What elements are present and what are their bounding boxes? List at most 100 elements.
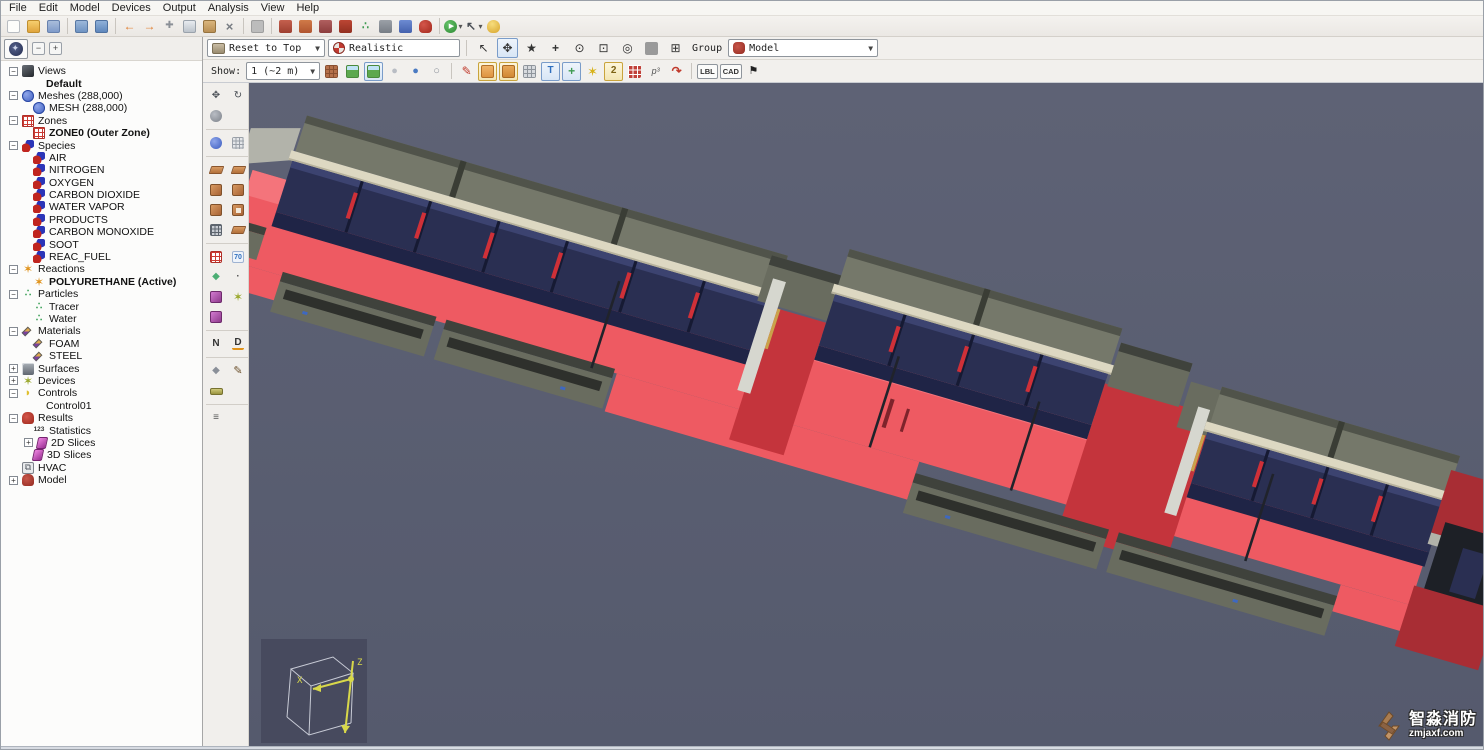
navigation-view-tab[interactable]: [4, 38, 28, 59]
menu-view[interactable]: View: [256, 2, 290, 15]
expander-icon[interactable]: −: [9, 141, 18, 151]
new-particle-button[interactable]: [356, 17, 375, 36]
expander-icon[interactable]: −: [9, 289, 18, 299]
tree-item-hvac[interactable]: HVAC: [3, 461, 202, 474]
tree-item-reac-fuel[interactable]: REAC_FUEL: [3, 251, 202, 264]
menu-edit[interactable]: Edit: [34, 2, 63, 15]
new-mesh-button[interactable]: [276, 17, 295, 36]
paste-button[interactable]: [200, 17, 219, 36]
tree-item-materials[interactable]: − Materials: [3, 325, 202, 337]
open-mesh-boundary-button[interactable]: [228, 134, 248, 152]
viewport-layout-button[interactable]: ⊞: [665, 38, 686, 58]
tree-item-controls[interactable]: −Controls: [3, 387, 202, 399]
eyedropper-button[interactable]: [228, 362, 248, 380]
new-surface-button[interactable]: [376, 17, 395, 36]
new-mesh-tool-button[interactable]: [206, 134, 226, 152]
copy-button[interactable]: [180, 17, 199, 36]
3d-viewport[interactable]: X Z 智淼消防 zmjaxf.com: [249, 83, 1483, 746]
tree-item-water-vapor[interactable]: WATER VAPOR: [3, 201, 202, 214]
flag-marker-button[interactable]: [744, 62, 763, 81]
snap-dimension-button[interactable]: D: [228, 335, 248, 353]
expander-icon[interactable]: −: [9, 388, 18, 398]
zoom-box-tool-button[interactable]: ⊡: [593, 38, 614, 58]
draw-block-button[interactable]: [206, 181, 226, 199]
fast-render-toggle-button[interactable]: [641, 38, 662, 58]
slice-toggle-button[interactable]: [625, 62, 644, 81]
draw-mesh-block-button[interactable]: [206, 221, 226, 239]
draw-device-button[interactable]: [228, 288, 248, 306]
tree-item-control01[interactable]: Control01: [3, 400, 202, 412]
text-labels-toggle-button[interactable]: [541, 61, 561, 81]
menu-model[interactable]: Model: [65, 2, 105, 15]
tree-item-polyurethane[interactable]: POLYURETHANE (Active): [3, 276, 202, 288]
two-d-mode-button[interactable]: [604, 61, 624, 81]
select-tool-button[interactable]: ↖: [473, 38, 494, 58]
expand-all-button[interactable]: +: [49, 42, 62, 55]
camera-view-combo[interactable]: Reset to Top ▼: [207, 39, 325, 57]
redo-button[interactable]: [140, 17, 159, 36]
draw-diamond-button[interactable]: [206, 268, 226, 286]
attach-button[interactable]: [160, 17, 179, 36]
expander-icon[interactable]: −: [9, 264, 18, 274]
record-lock-button[interactable]: [484, 17, 503, 36]
resolution-combo[interactable]: 1 (~2 m) ▼: [246, 62, 321, 80]
delete-button[interactable]: [220, 17, 239, 36]
expander-icon[interactable]: +: [9, 376, 18, 386]
object-list-button[interactable]: [206, 409, 226, 427]
tree-item-model[interactable]: + Model: [3, 474, 202, 487]
move-tool-button[interactable]: [206, 87, 226, 105]
rotate-tool-button[interactable]: [228, 87, 248, 105]
menu-analysis[interactable]: Analysis: [203, 2, 254, 15]
draw-point-button[interactable]: [228, 268, 248, 286]
tree-item-default-view[interactable]: Default: [3, 77, 202, 90]
roam-tool-button[interactable]: ★: [521, 38, 542, 58]
tree-item-zones[interactable]: − Zones: [3, 114, 202, 127]
new-slice-button[interactable]: [396, 17, 415, 36]
devices-toggle-button[interactable]: [583, 62, 602, 81]
expander-icon[interactable]: +: [9, 475, 18, 485]
tree-item-foam[interactable]: FOAM: [3, 338, 202, 350]
tree-item-carbon-monoxide[interactable]: CARBON MONOXIDE: [3, 226, 202, 239]
new-file-button[interactable]: [4, 17, 23, 36]
rotate-reset-button[interactable]: [667, 62, 686, 81]
import-button[interactable]: [72, 17, 91, 36]
smooth-mode-button[interactable]: [406, 62, 425, 81]
new-species-button[interactable]: [316, 17, 335, 36]
tree-item-2d-slices[interactable]: +2D Slices: [3, 436, 202, 449]
expander-icon[interactable]: −: [9, 326, 18, 336]
paint-bucket-button[interactable]: [206, 362, 226, 380]
temp-70-button[interactable]: 70: [228, 248, 248, 266]
snap-normal-button[interactable]: N: [206, 335, 226, 353]
menu-output[interactable]: Output: [158, 2, 201, 15]
preview-toggle-button[interactable]: [364, 61, 384, 81]
hole-paint-button[interactable]: [499, 61, 519, 81]
expander-icon[interactable]: −: [9, 66, 18, 76]
draw-roof-button[interactable]: [228, 221, 248, 239]
tree-item-devices[interactable]: +Devices: [3, 375, 202, 387]
undo-button[interactable]: [120, 17, 139, 36]
new-results-button[interactable]: [416, 17, 435, 36]
menu-file[interactable]: File: [4, 2, 32, 15]
collapse-all-button[interactable]: −: [32, 42, 45, 55]
expander-icon[interactable]: +: [9, 364, 18, 374]
scale-tool-button[interactable]: [206, 107, 226, 125]
pan-tool-button[interactable]: +: [545, 38, 566, 58]
paint-tool-button[interactable]: [457, 62, 476, 81]
menu-help[interactable]: Help: [291, 2, 324, 15]
tree-item-3d-slices[interactable]: 3D Slices: [3, 449, 202, 462]
render-mode-combo[interactable]: Realistic: [328, 39, 460, 57]
expander-icon[interactable]: −: [9, 116, 18, 126]
tree-item-products[interactable]: PRODUCTS: [3, 213, 202, 226]
run-simulation-button[interactable]: ▾: [444, 17, 463, 36]
background-toggle-button[interactable]: [343, 62, 362, 81]
tree-item-steel[interactable]: STEEL: [3, 350, 202, 362]
grid-toggle-button[interactable]: [322, 62, 341, 81]
tree-item-results[interactable]: − Results: [3, 412, 202, 425]
tree-item-mesh[interactable]: MESH (288,000): [3, 102, 202, 115]
expander-icon[interactable]: +: [24, 438, 33, 448]
tree-item-particles[interactable]: −Particles: [3, 288, 202, 300]
cad-toggle-button[interactable]: CAD: [719, 63, 742, 79]
save-button[interactable]: [44, 17, 63, 36]
draw-slab-button[interactable]: [206, 161, 226, 179]
selection-box-button[interactable]: [248, 17, 267, 36]
